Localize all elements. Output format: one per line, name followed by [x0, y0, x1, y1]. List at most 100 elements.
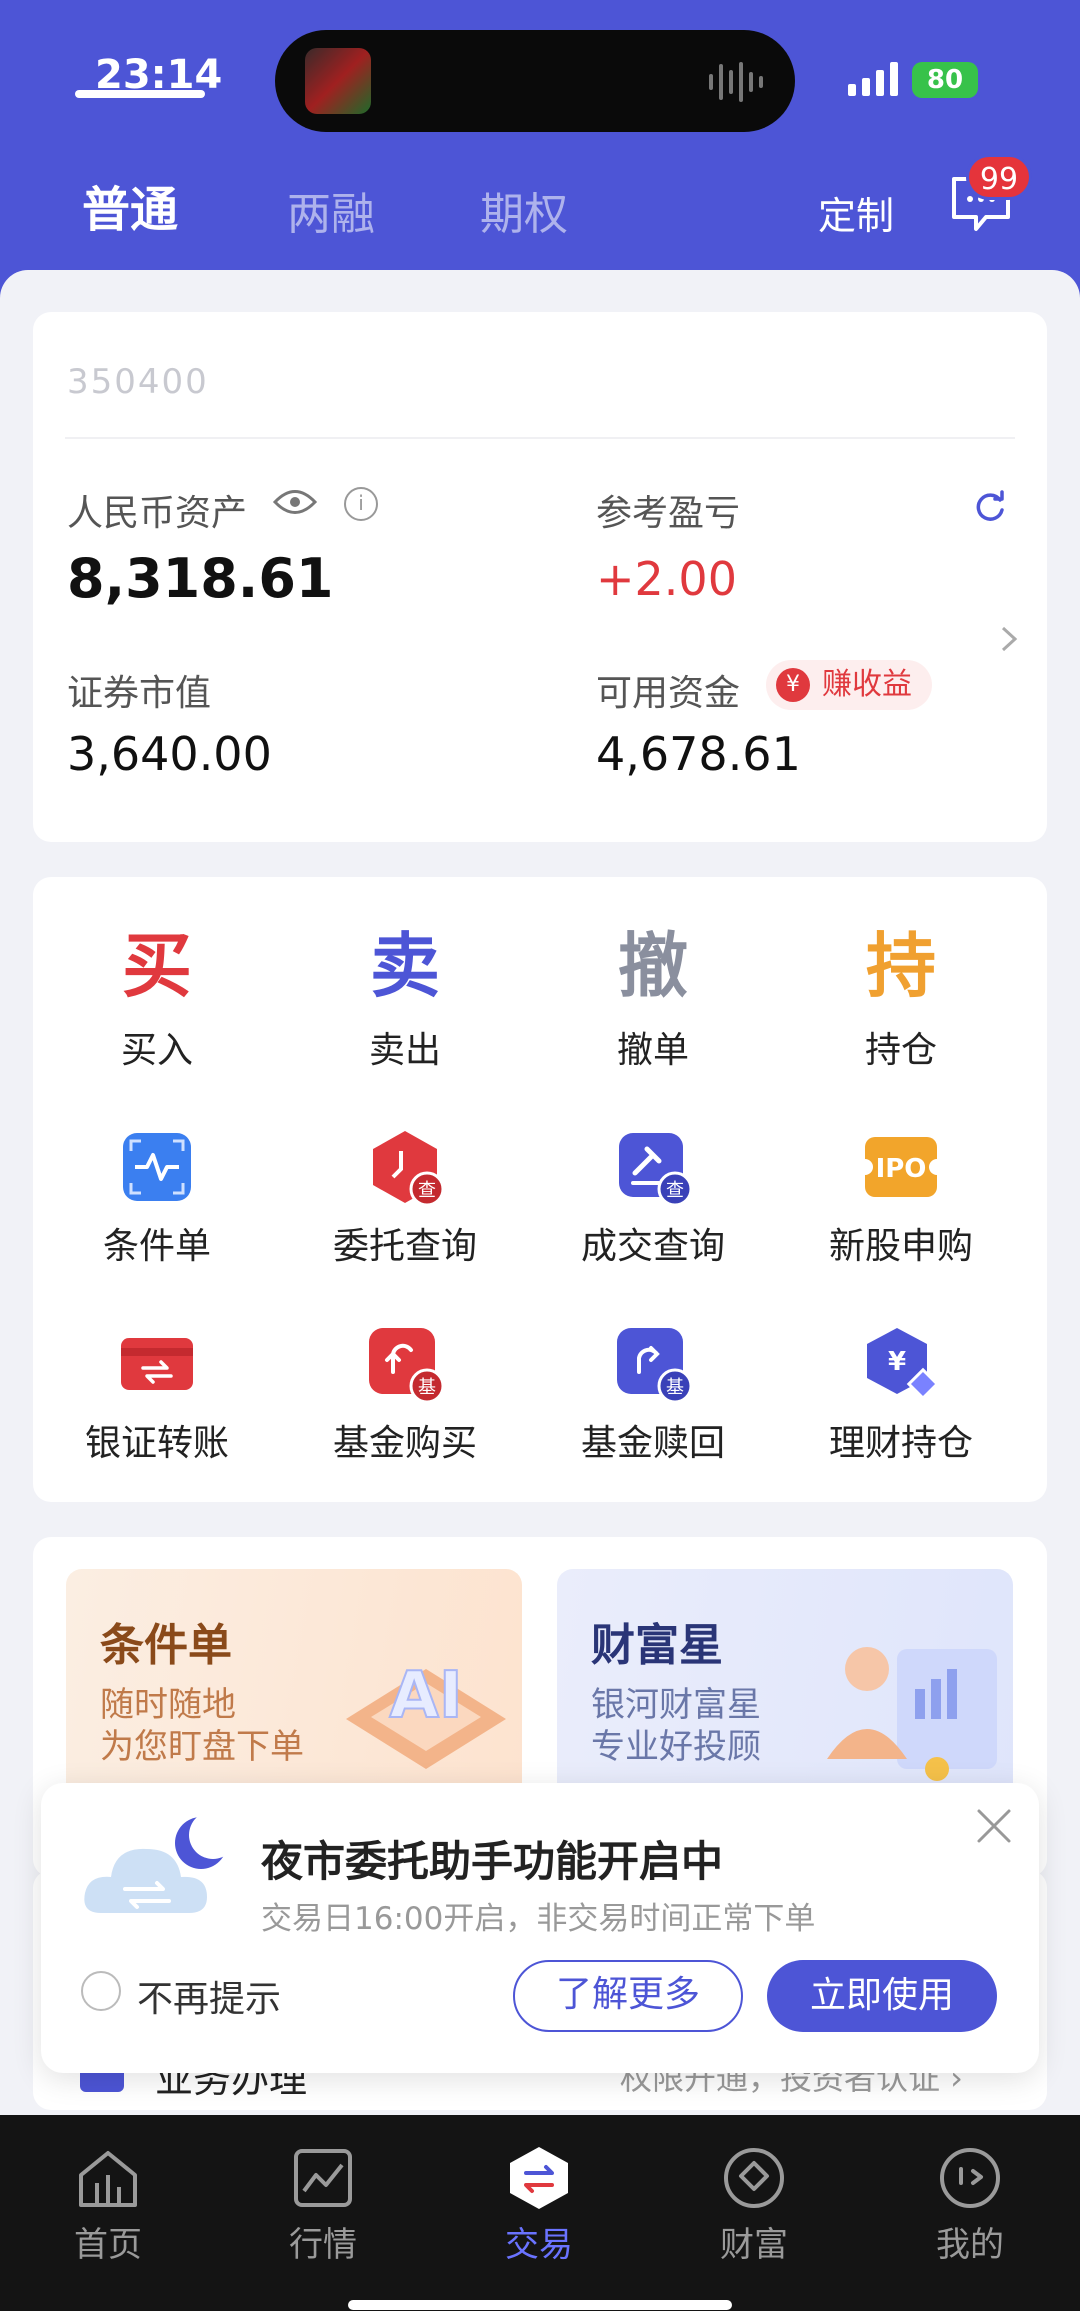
svg-text:基: 基: [418, 1377, 436, 1398]
fund-redeem-label: 基金赎回: [580, 1423, 725, 1464]
info-icon[interactable]: i: [344, 487, 378, 521]
wealth-icon: [724, 2148, 784, 2208]
dynamic-island[interactable]: [275, 30, 795, 132]
account-number: 350400: [67, 362, 209, 402]
pnl-label: 参考盈亏: [596, 493, 741, 534]
tab-margin[interactable]: 两融: [287, 178, 375, 242]
bottom-navigation: 首页 行情 交易 财富 我的: [0, 2115, 1080, 2311]
positions-label: 持仓: [864, 1030, 937, 1071]
message-count-badge: 99: [966, 154, 1032, 200]
popup-subtitle: 交易日16:00开启，非交易时间正常下单: [261, 1901, 816, 1937]
order-query-icon: 查: [365, 1127, 445, 1207]
fund-redeem-button[interactable]: 基 基金赎回: [529, 1324, 777, 1466]
account-type-tabs: 普通 两融 期权: [0, 170, 1080, 250]
bank-transfer-button[interactable]: 银证转账: [33, 1324, 281, 1466]
divider: [65, 437, 1015, 439]
home-icon: [79, 2151, 137, 2207]
svg-text:IPO: IPO: [876, 1154, 927, 1184]
sell-char-icon: 卖: [370, 925, 440, 1007]
media-thumbnail: [305, 48, 371, 114]
no-remind-label[interactable]: 不再提示: [137, 1970, 281, 2022]
market-value-label: 证券市值: [67, 673, 212, 714]
asset-summary-card[interactable]: 350400 人民币资产 i 8,318.61 参考盈亏 +2.00 证券市值 …: [33, 312, 1047, 842]
available-funds-value: 4,678.61: [596, 727, 801, 781]
fund-buy-button[interactable]: 基 基金购买: [281, 1324, 529, 1466]
positions-button[interactable]: 持 持仓: [777, 921, 1025, 1073]
earn-yield-badge[interactable]: ¥ 赚收益: [766, 660, 932, 710]
earn-yield-label: 赚收益: [822, 667, 912, 702]
no-remind-radio[interactable]: [81, 1971, 121, 2011]
conditional-order-banner[interactable]: 条件单 随时随地 为您盯盘下单 AI: [66, 1569, 522, 1819]
nav-wealth-label: 财富: [720, 2225, 788, 2265]
wealth-holding-button[interactable]: ¥ 理财持仓: [777, 1324, 1025, 1466]
tab-normal[interactable]: 普通: [82, 170, 178, 240]
conditional-order-button[interactable]: 条件单: [33, 1127, 281, 1269]
svg-text:查: 查: [418, 1180, 436, 1201]
order-query-button[interactable]: 查 委托查询: [281, 1127, 529, 1269]
svg-text:¥: ¥: [888, 1347, 906, 1377]
chevron-right-icon[interactable]: [999, 624, 1019, 654]
fund-buy-icon: 基: [365, 1324, 445, 1404]
fund-redeem-icon: 基: [613, 1324, 693, 1404]
ipo-subscribe-label: 新股申购: [828, 1226, 973, 1267]
tab-underline: [75, 90, 205, 98]
wealth-star-banner[interactable]: 财富星 银河财富星 专业好投顾: [557, 1569, 1013, 1819]
buy-char-icon: 买: [122, 925, 192, 1007]
buy-button[interactable]: 买 买入: [33, 921, 281, 1073]
available-funds-label: 可用资金: [596, 673, 741, 714]
nav-trade[interactable]: 交易: [469, 2145, 609, 2266]
buy-label: 买入: [120, 1030, 193, 1071]
sell-label: 卖出: [368, 1030, 441, 1071]
battery-indicator: 80: [912, 62, 978, 98]
tab-options[interactable]: 期权: [480, 178, 568, 242]
sell-button[interactable]: 卖 卖出: [281, 921, 529, 1073]
close-icon[interactable]: [973, 1805, 1015, 1847]
ai-chip-illustration: AI: [346, 1658, 506, 1769]
use-now-button[interactable]: 立即使用: [767, 1960, 997, 2032]
rmb-assets-value: 8,318.61: [67, 547, 334, 610]
cancel-order-button[interactable]: 撤 撤单: [529, 921, 777, 1073]
cellular-signal-icon: [848, 62, 898, 96]
pnl-value: +2.00: [596, 552, 737, 606]
conditional-order-icon: [117, 1127, 197, 1207]
customize-button[interactable]: 定制: [818, 185, 894, 240]
market-value: 3,640.00: [67, 727, 272, 781]
nav-trade-label: 交易: [505, 2225, 573, 2265]
yen-icon: ¥: [776, 668, 810, 702]
eye-icon[interactable]: [273, 487, 317, 517]
wealth-holding-label: 理财持仓: [828, 1423, 973, 1464]
advisor-illustration: [827, 1647, 997, 1781]
nav-home-label: 首页: [74, 2225, 142, 2265]
ipo-subscribe-button[interactable]: IPO 新股申购: [777, 1127, 1025, 1269]
trade-functions-card: 买 买入 卖 卖出 撤 撤单 持 持仓 条件单 查 委托查询 查 成交查询 IP…: [33, 877, 1047, 1502]
app-header: 23:14 80 普通 两融 期权 定制 99: [0, 0, 1080, 300]
promo-title: 财富星: [591, 1620, 723, 1671]
trade-icon: [510, 2147, 568, 2209]
promo-title: 条件单: [100, 1620, 232, 1671]
learn-more-button[interactable]: 了解更多: [513, 1960, 743, 2032]
ipo-icon: IPO: [857, 1127, 945, 1207]
nav-home[interactable]: 首页: [38, 2145, 178, 2266]
night-order-popup: 夜市委托助手功能开启中 交易日16:00开启，非交易时间正常下单 不再提示 了解…: [41, 1783, 1039, 2073]
nav-market[interactable]: 行情: [253, 2145, 393, 2266]
nav-profile-label: 我的: [936, 2225, 1004, 2265]
deal-query-button[interactable]: 查 成交查询: [529, 1127, 777, 1269]
fund-buy-label: 基金购买: [332, 1423, 477, 1464]
cloud-moon-icon: [84, 1813, 231, 1913]
home-indicator[interactable]: [348, 2300, 732, 2310]
deal-query-label: 成交查询: [580, 1226, 725, 1267]
conditional-order-label: 条件单: [102, 1226, 211, 1267]
positions-char-icon: 持: [866, 925, 936, 1007]
nav-profile[interactable]: 我的: [900, 2145, 1040, 2266]
cancel-order-label: 撤单: [616, 1030, 689, 1071]
svg-text:基: 基: [666, 1377, 684, 1398]
cancel-char-icon: 撤: [618, 925, 688, 1007]
promo-line-2: 为您盯盘下单: [100, 1727, 304, 1767]
promo-line-2: 专业好投顾: [591, 1727, 761, 1767]
svg-text:AI: AI: [389, 1659, 462, 1733]
nav-wealth[interactable]: 财富: [684, 2145, 824, 2266]
order-query-label: 委托查询: [332, 1226, 477, 1267]
refresh-icon[interactable]: [973, 490, 1007, 524]
profile-icon: [940, 2148, 1000, 2208]
rmb-assets-label: 人民币资产: [67, 493, 248, 534]
